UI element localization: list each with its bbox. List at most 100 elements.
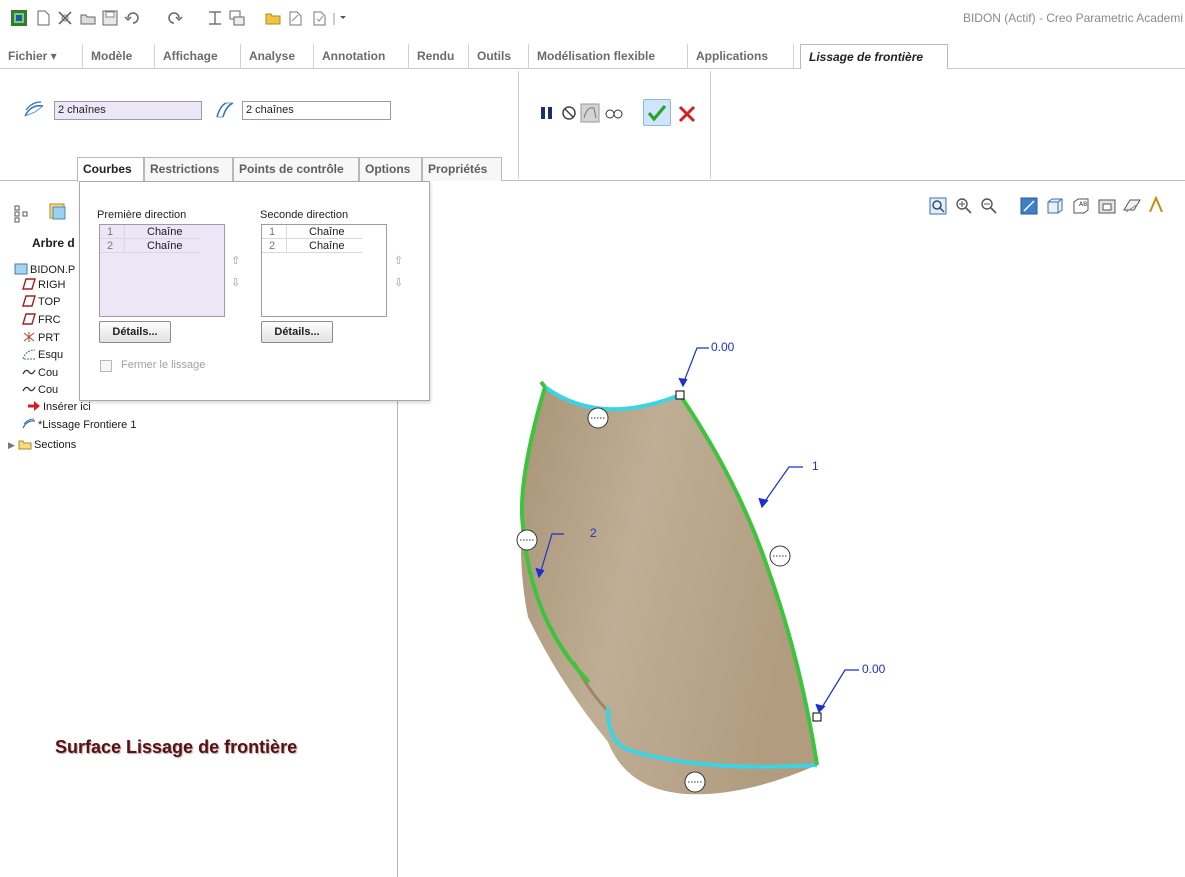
tree-item-curve-1[interactable]: Cou <box>22 366 58 380</box>
tree-item-label: PRT <box>38 332 60 344</box>
first-direction-icon <box>24 101 44 117</box>
row-index: 1 <box>269 226 276 238</box>
tangency-handle-top[interactable] <box>587 407 609 429</box>
tree-item-part[interactable]: BIDON.P <box>14 263 75 277</box>
regenerate-icon[interactable] <box>56 9 74 27</box>
list-item[interactable]: 1 Chaîne <box>262 225 362 239</box>
tab-outils[interactable]: Outils <box>469 44 529 69</box>
second-direction-chain-field[interactable]: 2 chaînes <box>242 101 391 120</box>
tree-item-sketch[interactable]: Esqu <box>22 348 63 362</box>
tab-modelisation-flexible[interactable]: Modélisation flexible <box>529 44 688 69</box>
cancel-icon[interactable] <box>677 104 697 124</box>
caption-text: Surface Lissage de frontière <box>55 737 298 757</box>
list-item[interactable]: 1 Chaîne <box>100 225 200 239</box>
folder-icon[interactable] <box>264 9 282 27</box>
tangency-handle-left[interactable] <box>516 529 538 551</box>
pause-icon[interactable] <box>537 103 557 123</box>
tree-item-label: Esqu <box>38 349 64 361</box>
no-preview-icon[interactable] <box>559 103 579 123</box>
row-name: Chaîne <box>286 225 344 239</box>
second-direction-list[interactable]: 1 Chaîne 2 Chaîne <box>261 224 387 317</box>
windows-icon[interactable] <box>206 9 224 27</box>
boundary-blend-surface[interactable] <box>520 387 817 795</box>
confirm-icon <box>647 104 667 122</box>
tab-affichage[interactable]: Affichage <box>155 44 241 69</box>
boundary-blend-icon <box>22 418 36 429</box>
tree-item-right-plane[interactable]: RIGH <box>22 278 66 292</box>
move-up-icon[interactable]: ⇧ <box>394 254 403 267</box>
tab-fichier[interactable]: Fichier ▾ <box>0 44 83 69</box>
tab-proprietes[interactable]: Propriétés <box>422 157 502 181</box>
end-point-bottom[interactable] <box>812 712 822 722</box>
open-icon[interactable] <box>79 9 97 27</box>
dimension-chain-1-label: 1 <box>812 459 819 473</box>
redo-icon[interactable] <box>165 9 183 27</box>
tree-item-label: Cou <box>38 367 59 379</box>
tree-item-curve-2[interactable]: Cou <box>22 383 58 397</box>
tree-item-label: Insérer ici <box>43 401 91 413</box>
tangency-handle-bottom[interactable] <box>684 771 706 793</box>
tab-applications[interactable]: Applications <box>688 44 794 69</box>
move-down-icon[interactable]: ⇩ <box>231 276 240 289</box>
tree-item-top-plane[interactable]: TOP <box>22 295 60 309</box>
tree-item-boundary-blend[interactable]: *Lissage Frontiere 1 <box>22 418 136 432</box>
row-name: Chaîne <box>124 239 182 253</box>
tree-item-front-plane[interactable]: FRC <box>22 313 61 327</box>
insert-here-icon <box>28 401 40 411</box>
first-direction-label: Première direction <box>97 209 187 221</box>
tab-annotation[interactable]: Annotation <box>314 44 409 69</box>
creo-window: BIDON (Actif) - Creo Parametric Academi … <box>0 0 1185 877</box>
close-window-icon[interactable] <box>228 9 246 27</box>
tree-item-csys[interactable]: PRT <box>22 331 60 345</box>
layer-tree-tab-icon[interactable] <box>48 202 68 222</box>
customize-icon[interactable] <box>333 9 351 27</box>
second-direction-label: Seconde direction <box>260 209 349 221</box>
preview-icon[interactable] <box>580 103 600 123</box>
dimension-top-value[interactable]: 0.00 <box>711 340 734 354</box>
dimension-bottom-value[interactable]: 0.00 <box>862 662 885 676</box>
list-item[interactable]: 2 Chaîne <box>262 239 362 253</box>
tangency-handle-right[interactable] <box>769 545 791 567</box>
tab-rendu[interactable]: Rendu <box>409 44 469 69</box>
first-direction-list[interactable]: 1 Chaîne 2 Chaîne <box>99 224 225 317</box>
expand-arrow-icon[interactable]: ▶ <box>8 438 18 452</box>
part-icon <box>14 263 28 275</box>
close-blend-checkbox[interactable] <box>100 360 112 372</box>
verify-icon[interactable] <box>604 103 624 123</box>
tab-courbes[interactable]: Courbes <box>77 157 144 182</box>
tab-options[interactable]: Options <box>359 157 422 181</box>
spin-icon[interactable] <box>310 9 328 27</box>
tab-analyse[interactable]: Analyse <box>241 44 314 69</box>
tab-points-de-controle[interactable]: Points de contrôle <box>233 157 359 181</box>
model-tree-tab-icon[interactable] <box>12 204 32 224</box>
row-name: Chaîne <box>286 239 344 253</box>
move-down-icon[interactable]: ⇩ <box>394 276 403 289</box>
graphics-window[interactable]: AB 0.00 1 2 0.00 <box>399 182 1185 877</box>
undo-icon[interactable] <box>124 9 142 27</box>
ribbon-separator <box>518 71 519 179</box>
ribbon-tabs: Fichier ▾ Modèle Affichage Analyse Annot… <box>0 44 1185 70</box>
new-icon[interactable] <box>34 9 52 27</box>
tab-modele[interactable]: Modèle <box>83 44 155 69</box>
pan-icon[interactable] <box>286 9 304 27</box>
tab-lissage-de-frontiere[interactable]: Lissage de frontière <box>800 44 948 70</box>
curve-icon <box>22 369 36 375</box>
first-direction-chain-field[interactable]: 2 chaînes <box>54 101 202 120</box>
end-point-top[interactable] <box>675 390 685 400</box>
tree-item-label: BIDON.P <box>30 264 76 276</box>
tab-restrictions[interactable]: Restrictions <box>144 157 233 181</box>
folder-icon <box>18 440 32 450</box>
list-item[interactable]: 2 Chaîne <box>100 239 200 253</box>
row-name: Chaîne <box>124 225 182 239</box>
second-direction-icon <box>216 102 234 118</box>
move-up-icon[interactable]: ⇧ <box>231 254 240 267</box>
confirm-button[interactable] <box>643 99 671 126</box>
second-direction-details-button[interactable]: Détails... <box>261 321 333 343</box>
tree-item-label: TOP <box>38 296 61 308</box>
app-icon[interactable] <box>10 9 28 27</box>
tree-item-label: FRC <box>38 314 61 326</box>
tree-item-sections[interactable]: ▶ Sections <box>8 438 76 452</box>
tree-item-insert-here[interactable]: Insérer ici <box>27 400 91 414</box>
save-icon[interactable] <box>101 9 119 27</box>
first-direction-details-button[interactable]: Détails... <box>99 321 171 343</box>
